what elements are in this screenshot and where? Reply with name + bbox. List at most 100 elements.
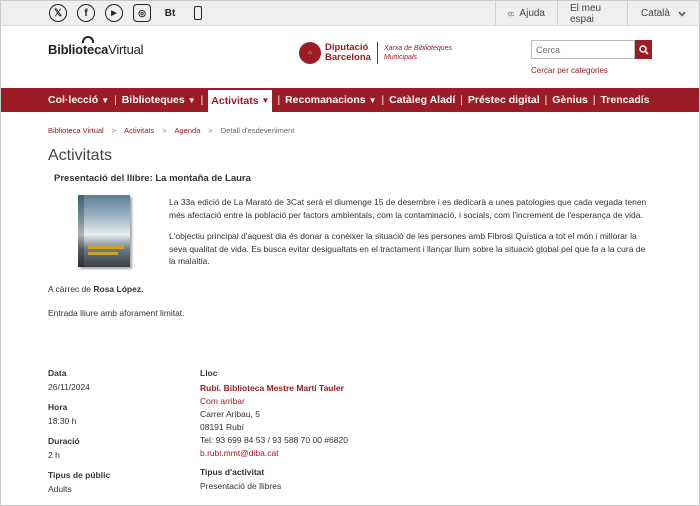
language-label: Català [641, 8, 670, 19]
nav-item-colleccio[interactable]: Col·lecció ▼ [48, 88, 109, 112]
time-label: Hora [48, 402, 68, 412]
place-label: Lloc [200, 368, 218, 378]
page-title: Activitats [48, 147, 113, 164]
signal-icon [82, 36, 94, 43]
nav-separator: | [460, 94, 463, 106]
top-utility-bar: 𝕏 f ▶ ◎ Bt Ajuda El meu espai Català [1, 1, 699, 26]
chevron-down-icon: ▼ [187, 95, 196, 105]
nav-item-genius[interactable]: Gènius [552, 88, 588, 112]
phone: Tel: 93 699 84 53 / 93 588 70 00 #6820 [200, 435, 348, 445]
nav-label: Préstec digital [467, 94, 540, 106]
site-header: BibliotecaVirtual ⌂ Diputació Barcelona … [1, 27, 699, 87]
nav-item-biblioteques[interactable]: Biblioteques ▼ [122, 88, 196, 112]
book-cover-image [78, 195, 130, 267]
event-details-right: Lloc Rubí. Biblioteca Mestre Martí Taule… [200, 368, 500, 501]
breadcrumb: Biblioteca Virtual > Activitats > Agenda… [48, 126, 294, 135]
breadcrumb-separator: > [162, 126, 167, 135]
address: Carrer Aribau, 5 [200, 409, 260, 419]
xarxa-line1: Xarxa de Biblioteques [383, 45, 453, 52]
nav-label: Activitats [211, 94, 259, 107]
search-form [531, 40, 652, 59]
breadcrumb-agenda[interactable]: Agenda [175, 126, 201, 135]
nav-separator: | [592, 94, 596, 106]
search-by-category-link[interactable]: Cercar per categories [531, 66, 608, 75]
youtube-icon[interactable]: ▶ [105, 4, 123, 22]
my-space-link[interactable]: El meu espai [557, 1, 627, 26]
duration-label: Duració [48, 436, 80, 446]
nav-item-prestec-digital[interactable]: Préstec digital [468, 88, 540, 112]
audience-label: Tipus de públic [48, 470, 111, 480]
description-paragraph-1: La 33a edició de La Marató de 3Cat serà … [169, 197, 647, 220]
nav-label: Col·lecció [48, 94, 99, 106]
breadcrumb-activitats[interactable]: Activitats [124, 126, 154, 135]
search-input[interactable] [531, 40, 635, 59]
activity-type-label: Tipus d'activitat [200, 467, 265, 477]
diputacio-name: Diputació Barcelona [325, 43, 371, 63]
nav-label: Recomanacions [285, 94, 366, 106]
description-paragraph-2: L'objectiu principal d'aquest dia és don… [169, 231, 646, 266]
nav-separator: | [277, 94, 281, 106]
event-details-left: Data 26/11/2024 Hora 18:30 h Duració 2 h… [48, 368, 188, 504]
help-label: Ajuda [519, 8, 545, 19]
nav-separator: | [200, 94, 204, 106]
breadcrumb-separator: > [111, 126, 117, 135]
facebook-icon[interactable]: f [77, 4, 95, 22]
duration-value: 2 h [48, 450, 60, 460]
main-navigation: Col·lecció ▼ | Biblioteques ▼ | Activitats… [1, 88, 699, 112]
nav-label: Gènius [552, 94, 588, 106]
breadcrumb-biblioteca-virtual[interactable]: Biblioteca Virtual [48, 126, 104, 135]
nav-item-recomanacions[interactable]: Recomanacions ▼ [285, 88, 376, 112]
mobile-app-link[interactable] [189, 4, 207, 22]
book-spine [78, 195, 84, 267]
nav-item-cataleg-aladi[interactable]: Catàleg Aladí [389, 88, 455, 112]
language-selector[interactable]: Català [627, 1, 699, 26]
audience-value: Adults [48, 484, 72, 494]
time-value: 18:30 h [48, 416, 77, 426]
instagram-icon[interactable]: ◎ [133, 4, 151, 22]
cover-title-band [88, 245, 124, 249]
diputacio-seal-icon: ⌂ [299, 42, 321, 64]
social-links: 𝕏 f ▶ ◎ Bt [49, 4, 207, 22]
eye-icon [508, 11, 515, 16]
nav-separator: | [381, 94, 385, 106]
nav-separator: | [544, 94, 548, 106]
nav-item-activitats[interactable]: Activitats ▼ [208, 89, 273, 112]
nav-separator: | [114, 94, 117, 106]
logo-divider [376, 42, 378, 64]
cover-author-band [88, 252, 118, 255]
bluesky-bt-icon[interactable]: Bt [161, 4, 179, 22]
event-description: La 33a edició de La Marató de 3Cat serà … [169, 196, 653, 277]
nav-label: Trencadís [600, 94, 650, 106]
nav-label: Biblioteques [121, 94, 185, 106]
directions-link[interactable]: Com arribar [200, 395, 500, 408]
entry-info: Entrada lliure amb aforament limitat. [48, 308, 185, 318]
place-name-link[interactable]: Rubí. Biblioteca Mestre Martí Tauler [200, 382, 500, 395]
date-label: Data [48, 368, 67, 378]
diputacio-logo[interactable]: ⌂ Diputació Barcelona Xarxa de Biblioteq… [299, 42, 452, 64]
email-link[interactable]: b.rubi.mmt@diba.cat [200, 447, 500, 460]
utility-links: Ajuda El meu espai Català [495, 1, 699, 26]
xarxa-label: Xarxa de Biblioteques Municipals [384, 44, 452, 62]
biblioteca-virtual-logo[interactable]: BibliotecaVirtual [48, 36, 144, 57]
diputacio-line2: Barcelona [325, 52, 371, 63]
breadcrumb-separator: > [208, 126, 213, 135]
xarxa-line2: Municipals [383, 54, 418, 61]
organizer-prefix: A càrrec de [48, 284, 91, 294]
logo-light: Virtual [108, 42, 144, 57]
search-button[interactable] [635, 40, 652, 59]
my-space-label: El meu espai [570, 2, 602, 25]
search-icon [638, 44, 649, 55]
phone-icon [194, 6, 202, 20]
help-link[interactable]: Ajuda [495, 1, 557, 26]
chevron-down-icon: ▼ [101, 95, 110, 105]
organizer-name: Rosa López. [93, 284, 144, 294]
chevron-down-icon: ▼ [261, 96, 270, 105]
postcode-city: 08191 Rubí [200, 422, 244, 432]
chevron-down-icon: ▼ [368, 95, 377, 105]
event-title: Presentació del llibre: La montaña de La… [54, 173, 251, 184]
nav-label: Catàleg Aladí [389, 94, 456, 106]
x-twitter-icon[interactable]: 𝕏 [49, 4, 67, 22]
date-value: 26/11/2024 [48, 382, 90, 392]
nav-item-trencadis[interactable]: Trencadís [600, 88, 649, 112]
breadcrumb-current: Detall d'esdeveniment [220, 126, 295, 135]
